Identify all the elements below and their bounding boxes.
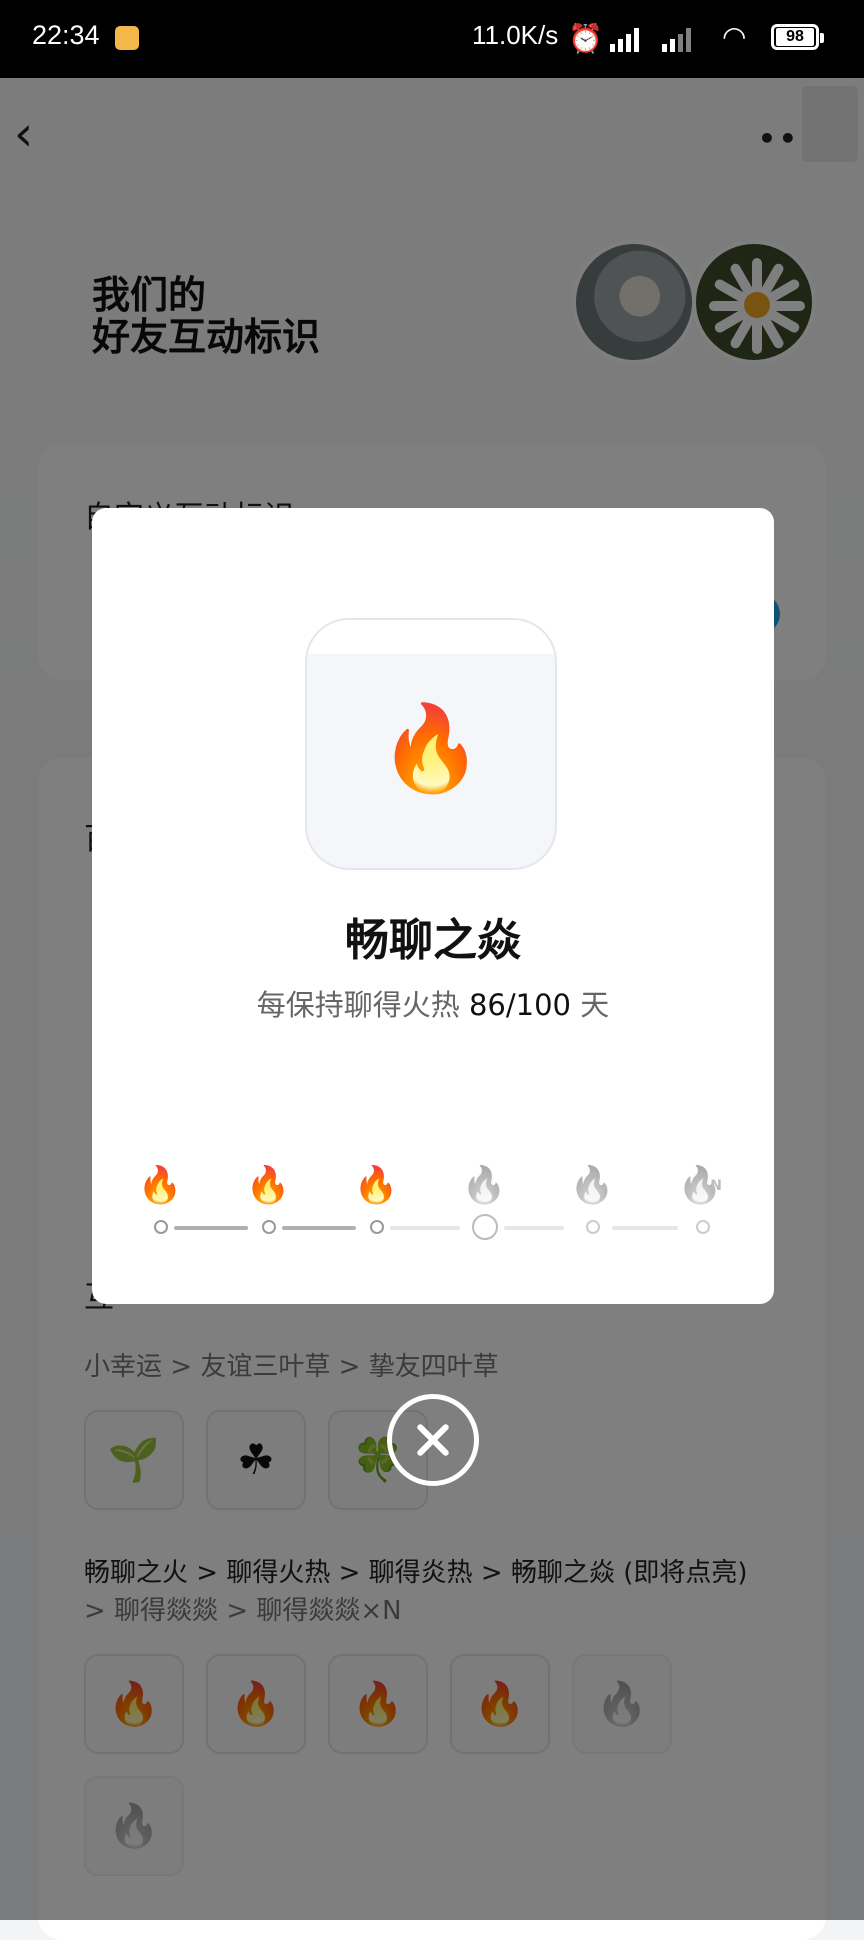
level-segment-4: [504, 1226, 564, 1230]
level-3-flame-icon: 🔥: [353, 1165, 399, 1206]
level-segment-5: [612, 1226, 678, 1230]
badge-progress-text: 86/100: [468, 988, 572, 1022]
network-speed: 11.0K/s: [472, 20, 559, 50]
level-node-2: [262, 1220, 276, 1234]
level-node-6: [696, 1220, 710, 1234]
alarm-icon: ⏰: [568, 22, 603, 55]
level-node-1: [154, 1220, 168, 1234]
status-bar: 22:34 11.0K/s ⏰ ◠ 98: [0, 0, 864, 78]
badge-desc-suffix: 天: [580, 988, 610, 1022]
level-node-3: [370, 1220, 384, 1234]
badge-detail-dialog: 🔥 畅聊之焱 每保持聊得火热 86/100 天 🔥 🔥 🔥 🔥 🔥 🔥 N: [92, 508, 774, 1304]
battery-icon: 98: [771, 24, 824, 50]
level-2-flame-icon: 🔥: [245, 1165, 291, 1206]
status-time: 22:34: [32, 20, 100, 50]
level-4-flame-icon: 🔥: [461, 1165, 507, 1206]
hd-signal-icon: [662, 26, 691, 52]
badge-preview: 🔥: [305, 618, 557, 870]
close-button[interactable]: [387, 1394, 479, 1486]
battery-level: 98: [776, 28, 814, 46]
level-segment-2: [282, 1226, 356, 1230]
signal-icon: [610, 26, 639, 52]
level-segment-3: [390, 1226, 460, 1230]
level-n-mark: N: [710, 1178, 722, 1194]
notification-icon: [115, 26, 139, 50]
badge-name: 畅聊之焱: [345, 915, 521, 966]
badge-description: 每保持聊得火热 86/100 天: [92, 982, 774, 1024]
flame-icon: 🔥: [378, 699, 484, 797]
level-node-5: [586, 1220, 600, 1234]
wifi-icon: ◠: [722, 20, 747, 53]
level-segment-1: [174, 1226, 248, 1230]
badge-desc-prefix: 每保持聊得火热: [256, 988, 460, 1022]
level-1-flame-icon: 🔥: [137, 1165, 183, 1206]
level-5-flame-icon: 🔥: [569, 1165, 615, 1206]
level-6-flame-n-icon: 🔥 N: [677, 1165, 723, 1206]
level-node-current: [472, 1214, 498, 1240]
